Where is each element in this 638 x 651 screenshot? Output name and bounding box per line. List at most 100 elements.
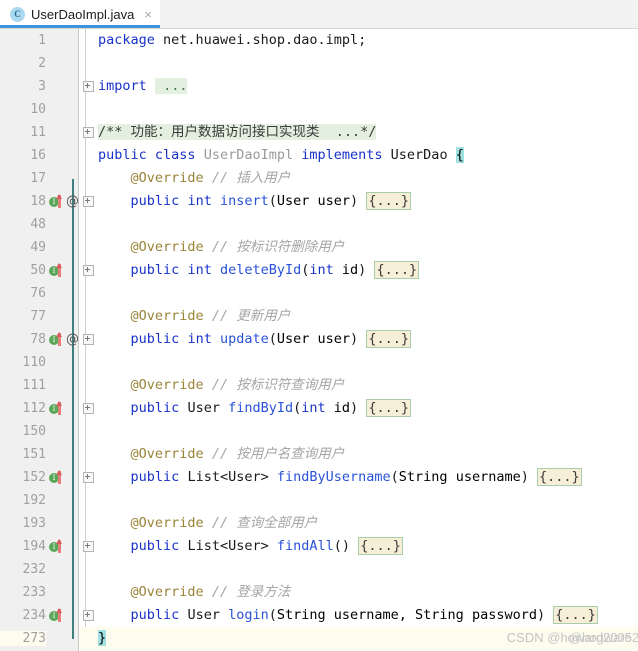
implementing-method-icon[interactable]: I	[49, 401, 65, 415]
code-line-50[interactable]: 50 I public int deleteById(int id) {...}	[0, 259, 638, 282]
expand-fold-icon[interactable]	[82, 610, 94, 621]
code-line-11[interactable]: 11 /** 功能：用户数据访问接口实现类 ...*/	[0, 121, 638, 144]
line-number: 193	[22, 516, 46, 531]
code-line-151[interactable]: 151 @Override // 按用户名查询用户	[0, 443, 638, 466]
code-line-76[interactable]: 76	[0, 282, 638, 305]
code-line-111[interactable]: 111 @Override // 按标识符查询用户	[0, 374, 638, 397]
code-line-232[interactable]: 232	[0, 558, 638, 581]
annotation-at-icon[interactable]: @	[66, 333, 79, 346]
code-text[interactable]: /** 功能：用户数据访问接口实现类 ...*/	[95, 121, 638, 144]
code-line-10[interactable]: 10	[0, 98, 638, 121]
line-number: 17	[30, 171, 46, 186]
code-line-48[interactable]: 48	[0, 213, 638, 236]
line-number: 232	[22, 562, 46, 577]
fold-toggle-cell[interactable]	[81, 610, 95, 621]
tab-userdaoimpl-java[interactable]: C UserDaoImpl.java ×	[0, 0, 160, 28]
code-line-3[interactable]: 3 import ...	[0, 75, 638, 98]
fold-toggle-cell[interactable]	[81, 472, 95, 483]
gutter-icon-group: I @	[46, 194, 81, 208]
gutter-icon-group: I	[46, 401, 81, 415]
expand-fold-icon[interactable]	[82, 541, 94, 552]
code-line-192[interactable]: 192	[0, 489, 638, 512]
close-icon[interactable]: ×	[144, 8, 152, 21]
implementing-method-icon[interactable]: I	[49, 194, 65, 208]
line-number: 48	[30, 217, 46, 232]
code-text[interactable]: public User findById(int id) {...}	[95, 397, 638, 420]
code-text[interactable]: @Override // 查询全部用户	[95, 512, 638, 535]
code-text[interactable]: public class UserDaoImpl implements User…	[95, 144, 638, 167]
line-number: 16	[30, 148, 46, 163]
expand-fold-icon[interactable]	[82, 196, 94, 207]
code-line-18[interactable]: 18 I @ public int insert(User user) {...}	[0, 190, 638, 213]
fold-toggle-cell[interactable]	[81, 541, 95, 552]
code-text[interactable]: @Override // 按用户名查询用户	[95, 443, 638, 466]
fold-toggle-cell[interactable]	[81, 81, 95, 92]
fold-toggle-cell[interactable]	[81, 127, 95, 138]
implementing-method-icon[interactable]: I	[49, 263, 65, 277]
line-number: 50	[30, 263, 46, 278]
fold-toggle-cell[interactable]	[81, 265, 95, 276]
code-text[interactable]: public int update(User user) {...}	[95, 328, 638, 351]
editor-tab-bar: C UserDaoImpl.java ×	[0, 0, 638, 29]
implementing-method-icon[interactable]: I	[49, 470, 65, 484]
code-line-150[interactable]: 150	[0, 420, 638, 443]
code-editor[interactable]: 1 package net.huawei.shop.dao.impl; 2 3 impo…	[0, 29, 638, 651]
code-text[interactable]: public int deleteById(int id) {...}	[95, 259, 638, 282]
expand-fold-icon[interactable]	[82, 472, 94, 483]
code-line-112[interactable]: 112 I public User findById(int id) {...}	[0, 397, 638, 420]
implementing-method-icon[interactable]: I	[49, 608, 65, 622]
code-line-193[interactable]: 193 @Override // 查询全部用户	[0, 512, 638, 535]
code-line-17[interactable]: 17 @Override // 插入用户	[0, 167, 638, 190]
code-text[interactable]: public int insert(User user) {...}	[95, 190, 638, 213]
line-number: 233	[22, 585, 46, 600]
code-text[interactable]: public List<User> findAll() {...}	[95, 535, 638, 558]
override-arrow-icon	[56, 401, 62, 415]
code-line-152[interactable]: 152 I public List<User> findByUsername(St…	[0, 466, 638, 489]
code-line-1[interactable]: 1 package net.huawei.shop.dao.impl;	[0, 29, 638, 52]
code-text[interactable]: @Override // 按标识符删除用户	[95, 236, 638, 259]
implementing-method-icon[interactable]: I	[49, 539, 65, 553]
line-number: 49	[30, 240, 46, 255]
expand-fold-icon[interactable]	[82, 334, 94, 345]
gutter-icon-group: I @	[46, 332, 81, 346]
gutter-icon-group: I	[46, 539, 81, 553]
fold-toggle-cell[interactable]	[81, 334, 95, 345]
fold-toggle-cell[interactable]	[81, 196, 95, 207]
code-line-78[interactable]: 78 I @ public int update(User user) {...}	[0, 328, 638, 351]
line-number: 110	[22, 355, 46, 370]
line-number: 234	[22, 608, 46, 623]
expand-fold-icon[interactable]	[82, 403, 94, 414]
expand-fold-icon[interactable]	[82, 81, 94, 92]
code-text[interactable]: package net.huawei.shop.dao.impl;	[95, 29, 638, 52]
annotation-at-icon[interactable]: @	[66, 195, 79, 208]
code-line-110[interactable]: 110	[0, 351, 638, 374]
code-text[interactable]: import ...	[95, 75, 638, 98]
line-number: 150	[22, 424, 46, 439]
expand-fold-icon[interactable]	[82, 127, 94, 138]
code-line-2[interactable]: 2	[0, 52, 638, 75]
line-number: 3	[38, 79, 46, 94]
code-text[interactable]: @Override // 登录方法	[95, 581, 638, 604]
code-text[interactable]: @Override // 按标识符查询用户	[95, 374, 638, 397]
csdn-watermark: CSDN @howard2005 @hogware2005	[507, 630, 638, 645]
code-text[interactable]: @Override // 插入用户	[95, 167, 638, 190]
code-line-234[interactable]: 234 I public User login(String username, …	[0, 604, 638, 627]
code-line-16[interactable]: 16 public class UserDaoImpl implements Us…	[0, 144, 638, 167]
code-line-233[interactable]: 233 @Override // 登录方法	[0, 581, 638, 604]
override-arrow-icon	[56, 470, 62, 484]
line-number: 151	[22, 447, 46, 462]
expand-fold-icon[interactable]	[82, 265, 94, 276]
code-line-49[interactable]: 49 @Override // 按标识符删除用户	[0, 236, 638, 259]
implementing-method-icon[interactable]: I	[49, 332, 65, 346]
line-number: 77	[30, 309, 46, 324]
line-number: 1	[38, 33, 46, 48]
code-text[interactable]: public User login(String username, Strin…	[95, 604, 638, 627]
code-text[interactable]: public List<User> findByUsername(String …	[95, 466, 638, 489]
watermark-text-overlay: @hogware2005	[568, 630, 638, 645]
code-line-77[interactable]: 77 @Override // 更新用户	[0, 305, 638, 328]
line-number: 194	[22, 539, 46, 554]
fold-toggle-cell[interactable]	[81, 403, 95, 414]
line-number: 76	[30, 286, 46, 301]
code-text[interactable]: @Override // 更新用户	[95, 305, 638, 328]
code-line-194[interactable]: 194 I public List<User> findAll() {...}	[0, 535, 638, 558]
